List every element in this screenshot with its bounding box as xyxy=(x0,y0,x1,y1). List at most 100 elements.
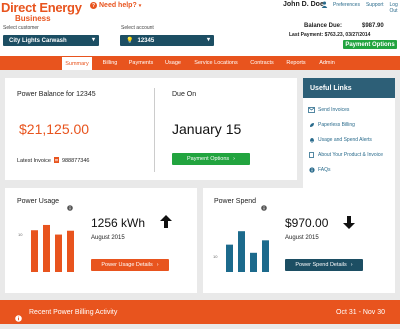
chevron-down-icon: ▾ xyxy=(206,37,210,43)
useful-links-panel: Useful Links Send Invoices Paperless Bil… xyxy=(303,78,395,190)
spend-panel: Power Spend 10 $970.00 August 2015 Power… xyxy=(203,188,395,293)
usage-bar-3 xyxy=(55,234,62,272)
chevron-down-icon: ▾ xyxy=(138,2,142,9)
spend-bar-4 xyxy=(262,240,269,272)
tab-reports[interactable]: Reports xyxy=(282,56,310,70)
due-title: Due On xyxy=(172,91,197,98)
question-icon: ? xyxy=(90,2,97,9)
spend-bar-3 xyxy=(250,252,257,272)
chevron-down-icon: ▾ xyxy=(91,37,95,43)
panel-divider xyxy=(154,88,155,172)
arrow-up-icon xyxy=(160,215,172,233)
envelope-icon xyxy=(308,106,315,113)
link-send-invoices[interactable]: Send Invoices xyxy=(308,106,349,113)
customer-value: City Lights Carwash xyxy=(9,37,67,44)
chevron-right-icon: › xyxy=(233,156,236,162)
usage-title: Power Usage xyxy=(17,198,60,205)
link-label: Usage and Spend Alerts xyxy=(318,136,372,143)
spend-title: Power Spend xyxy=(214,198,257,205)
usage-bar-2 xyxy=(43,224,50,272)
tab-summary[interactable]: Summary xyxy=(62,57,92,70)
chevron-right-icon: › xyxy=(350,262,353,268)
leaf-icon xyxy=(308,121,315,128)
billing-activity-bar[interactable]: Recent Power Billing Activity Oct 31 - N… xyxy=(0,300,400,324)
link-paperless-billing[interactable]: Paperless Billing xyxy=(308,121,355,128)
tab-billing[interactable]: Billing xyxy=(96,56,124,70)
balance-payment-options-button[interactable]: Payment Options › xyxy=(172,153,250,165)
user-icon xyxy=(320,1,328,8)
usage-bar-4 xyxy=(67,230,74,272)
usage-axis-label: 10 xyxy=(18,232,23,237)
link-label: FAQs xyxy=(318,166,331,173)
customer-label: Select customer xyxy=(3,25,39,31)
spend-bar-chart: 10 xyxy=(213,231,269,272)
usage-bar-1 xyxy=(31,230,38,272)
user-links: Preferences Support Log Out xyxy=(333,2,400,14)
document-icon xyxy=(308,151,315,158)
top-bar: Direct Energy Business ? Need help? ▾ Jo… xyxy=(0,0,400,56)
tab-payments[interactable]: Payments xyxy=(126,56,156,70)
due-date: January 15 xyxy=(172,121,242,137)
brand-sub: Business xyxy=(15,14,51,23)
help-label: Need help? xyxy=(99,2,137,9)
balance-amount: $21,125.00 xyxy=(19,121,90,137)
balance-title: Power Balance for 12345 xyxy=(17,91,96,98)
balance-panel: Power Balance for 12345 $21,125.00 Lates… xyxy=(5,78,297,180)
tab-admin[interactable]: Admin xyxy=(314,56,340,70)
balance-payment-options-label: Payment Options xyxy=(186,156,230,162)
spend-period: August 2015 xyxy=(285,235,319,241)
brand-name: Direct Energy xyxy=(1,0,82,15)
latest-invoice-label: Latest Invoice xyxy=(17,158,51,164)
lightbulb-icon: 💡 xyxy=(126,38,134,44)
latest-invoice[interactable]: Latest Invoice 988877346 xyxy=(17,157,89,165)
user-name[interactable]: John D. Doe xyxy=(283,1,324,8)
pdf-icon xyxy=(53,157,59,165)
power-usage-details-label: Power Usage Details xyxy=(101,262,153,268)
link-faqs[interactable]: FAQs xyxy=(308,166,331,173)
balance-due-label: Balance Due: xyxy=(304,23,343,29)
help-menu[interactable]: ? Need help? ▾ xyxy=(90,2,141,9)
account-value: 12345 xyxy=(137,37,155,44)
useful-links-title: Useful Links xyxy=(303,78,395,98)
link-usage-spend-alerts[interactable]: Usage and Spend Alerts xyxy=(308,136,372,143)
usage-bar-chart: 10 xyxy=(18,224,74,272)
balance-due-value: $987.90 xyxy=(362,23,384,29)
support-link[interactable]: Support xyxy=(366,2,384,14)
link-label: Send Invoices xyxy=(318,106,350,113)
link-label: Paperless Billing xyxy=(318,121,355,128)
bell-icon xyxy=(308,136,315,143)
info-icon[interactable] xyxy=(67,198,73,216)
info-icon xyxy=(15,309,22,327)
billing-activity-title: Recent Power Billing Activity xyxy=(29,309,118,316)
usage-period: August 2015 xyxy=(91,235,125,241)
power-spend-details-button[interactable]: Power Spend Details › xyxy=(285,259,363,271)
latest-invoice-number: 988877346 xyxy=(61,158,90,164)
link-about-product[interactable]: About Your Product & Invoice xyxy=(308,151,383,158)
tab-service-locations[interactable]: Service Locations xyxy=(190,56,242,70)
chevron-right-icon: › xyxy=(156,262,159,268)
tab-usage[interactable]: Usage xyxy=(160,56,186,70)
info-icon[interactable] xyxy=(261,198,267,216)
last-payment: Last Payment: $763.23, 03/27/2014 xyxy=(289,32,371,38)
preferences-link[interactable]: Preferences xyxy=(333,2,360,14)
power-usage-details-button[interactable]: Power Usage Details › xyxy=(91,259,169,271)
tab-contracts[interactable]: Contracts xyxy=(246,56,278,70)
spend-bar-1 xyxy=(226,244,233,272)
main-nav: Summary Billing Payments Usage Service L… xyxy=(0,56,400,70)
spend-axis-label: 10 xyxy=(213,254,218,259)
spend-bar-2 xyxy=(238,231,245,272)
info-icon xyxy=(308,166,315,173)
customer-select[interactable]: City Lights Carwash ▾ xyxy=(3,35,99,46)
brand-logo[interactable]: Direct Energy Business xyxy=(1,0,82,23)
account-label: Select account xyxy=(121,25,154,31)
payment-options-button[interactable]: Payment Options xyxy=(343,40,397,49)
logout-link[interactable]: Log Out xyxy=(389,2,400,14)
power-spend-details-label: Power Spend Details xyxy=(295,262,347,268)
spend-value: $970.00 xyxy=(285,216,329,230)
link-label: About Your Product & Invoice xyxy=(318,151,384,158)
arrow-down-icon xyxy=(343,216,355,234)
account-select[interactable]: 💡 12345 ▾ xyxy=(120,35,214,46)
billing-activity-range: Oct 31 - Nov 30 xyxy=(336,309,386,316)
usage-value: 1256 kWh xyxy=(91,216,146,230)
usage-panel: Power Usage 10 1256 kWh August 2015 Powe… xyxy=(5,188,197,293)
